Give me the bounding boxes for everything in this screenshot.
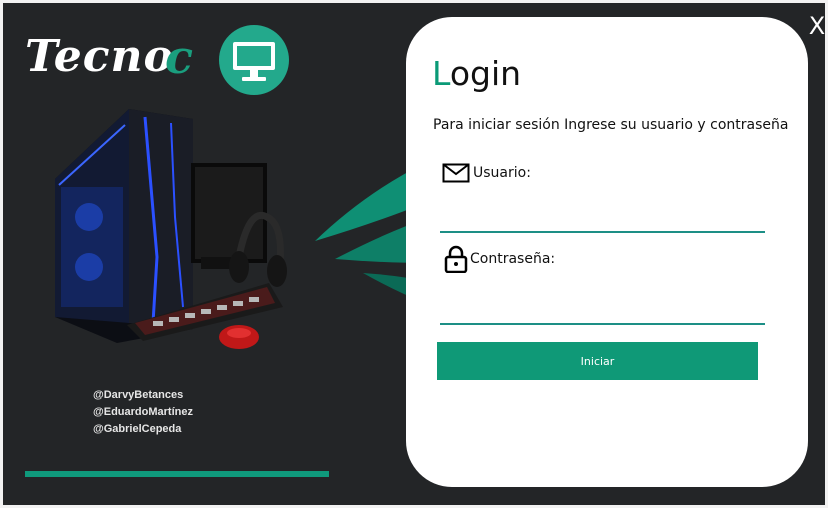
login-button[interactable]: Iniciar: [437, 342, 758, 380]
password-input[interactable]: [440, 295, 765, 325]
envelope-icon: [442, 163, 470, 183]
login-card: Login Para iniciar sesión Ingrese su usu…: [406, 17, 808, 487]
password-label: Contraseña:: [470, 251, 556, 267]
credits-list: @DarvyBetances @EduardoMartínez @Gabriel…: [93, 387, 193, 438]
login-subtitle: Para iniciar sesión Ingrese su usuario y…: [433, 117, 789, 133]
brand-word: Tecno: [25, 31, 174, 82]
credit-item: @GabrielCepeda: [93, 423, 182, 435]
monitor-icon: [219, 25, 289, 95]
username-input[interactable]: [440, 203, 765, 233]
credit-item: @DarvyBetances: [93, 389, 184, 401]
gaming-pc-illustration: [43, 107, 291, 353]
login-title: Login: [432, 53, 521, 95]
username-label: Usuario:: [473, 165, 531, 181]
lock-icon: [444, 245, 468, 274]
login-window: X Tecno c @DarvyBetances @EduardoMartíne…: [0, 0, 828, 508]
brand-letter: c: [165, 30, 194, 84]
login-title-rest: ogin: [449, 54, 522, 93]
close-button[interactable]: X: [807, 13, 825, 39]
accent-bar: [25, 471, 329, 477]
brand-logo: Tecno c: [25, 25, 295, 95]
credit-item: @EduardoMartínez: [93, 406, 193, 418]
login-title-initial: L: [432, 54, 450, 93]
